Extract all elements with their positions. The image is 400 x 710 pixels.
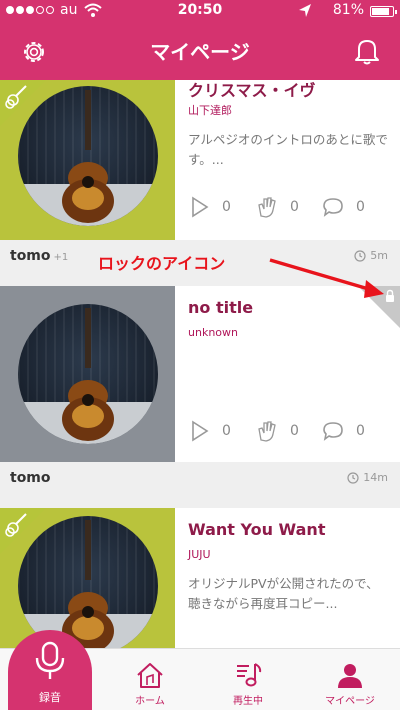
play-count[interactable]: 0 (190, 196, 256, 218)
song-artist: 山下達郎 (188, 104, 232, 117)
tab-home[interactable]: ホーム (110, 649, 190, 710)
song-artist: unknown (188, 326, 238, 339)
tab-mypage[interactable]: マイページ (306, 649, 394, 710)
feed-card[interactable]: Want You Want JUJU オリジナルPVが公開されたので、聴きながら… (0, 508, 400, 648)
song-title[interactable]: クリスマス・イヴ (188, 77, 316, 101)
battery-percent: 81% (332, 2, 364, 18)
song-artist: JUJU (188, 548, 211, 561)
clap-count[interactable]: 0 (256, 420, 322, 442)
guitar-photo (18, 304, 158, 444)
username[interactable]: tomo +1 (10, 248, 68, 264)
guitar-icon (5, 85, 27, 109)
page-title: マイページ (150, 40, 250, 64)
home-icon (137, 663, 163, 688)
clap-count[interactable]: 0 (256, 196, 322, 218)
location-arrow-icon (299, 4, 311, 17)
song-stats: 0 0 0 (190, 420, 388, 442)
comment-bubble-icon (323, 422, 343, 441)
song-thumbnail[interactable] (0, 286, 175, 462)
tab-now-playing[interactable]: 再生中 (208, 649, 288, 710)
play-count[interactable]: 0 (190, 420, 256, 442)
comment-bubble-icon (323, 198, 343, 217)
song-title[interactable]: no title (188, 298, 253, 317)
record-button[interactable]: 録音 (8, 630, 92, 710)
music-note-icon (237, 663, 262, 687)
notification-bell-icon[interactable] (352, 36, 382, 66)
microphone-icon (35, 641, 65, 679)
annotation-label: ロックのアイコン (98, 254, 226, 273)
clock-icon (347, 471, 359, 484)
comment-count[interactable]: 0 (322, 420, 388, 442)
user-count: +1 (53, 252, 69, 263)
clap-hands-icon (258, 197, 276, 218)
time-ago: 14m (347, 471, 388, 484)
song-thumbnail[interactable] (0, 508, 175, 648)
clap-hands-icon (258, 421, 276, 442)
song-stats: 0 0 0 (190, 196, 388, 218)
app-header: au 20:50 81% マイページ (0, 0, 400, 80)
feed-card[interactable]: no title unknown 0 0 0 (0, 286, 400, 462)
feed-section-header: tomo 14m (0, 462, 400, 508)
song-thumbnail[interactable] (0, 80, 175, 240)
user-silhouette-icon (338, 664, 362, 688)
song-description: オリジナルPVが公開されたので、聴きながら再度耳コピー... (188, 576, 379, 611)
play-icon (192, 196, 209, 218)
battery-icon (370, 6, 397, 17)
song-title[interactable]: Want You Want (188, 520, 325, 539)
annotation-arrow-icon (269, 258, 384, 298)
status-bar: au 20:50 81% (0, 0, 400, 22)
play-icon (192, 420, 209, 442)
feed-card[interactable]: クリスマス・イヴ 山下達郎 アルペジオのイントロのあとに歌です。... 0 0 … (0, 80, 400, 240)
username[interactable]: tomo (10, 470, 51, 486)
song-description: アルペジオのイントロのあとに歌です。... (188, 132, 388, 167)
comment-count[interactable]: 0 (322, 196, 388, 218)
guitar-icon (5, 513, 27, 537)
